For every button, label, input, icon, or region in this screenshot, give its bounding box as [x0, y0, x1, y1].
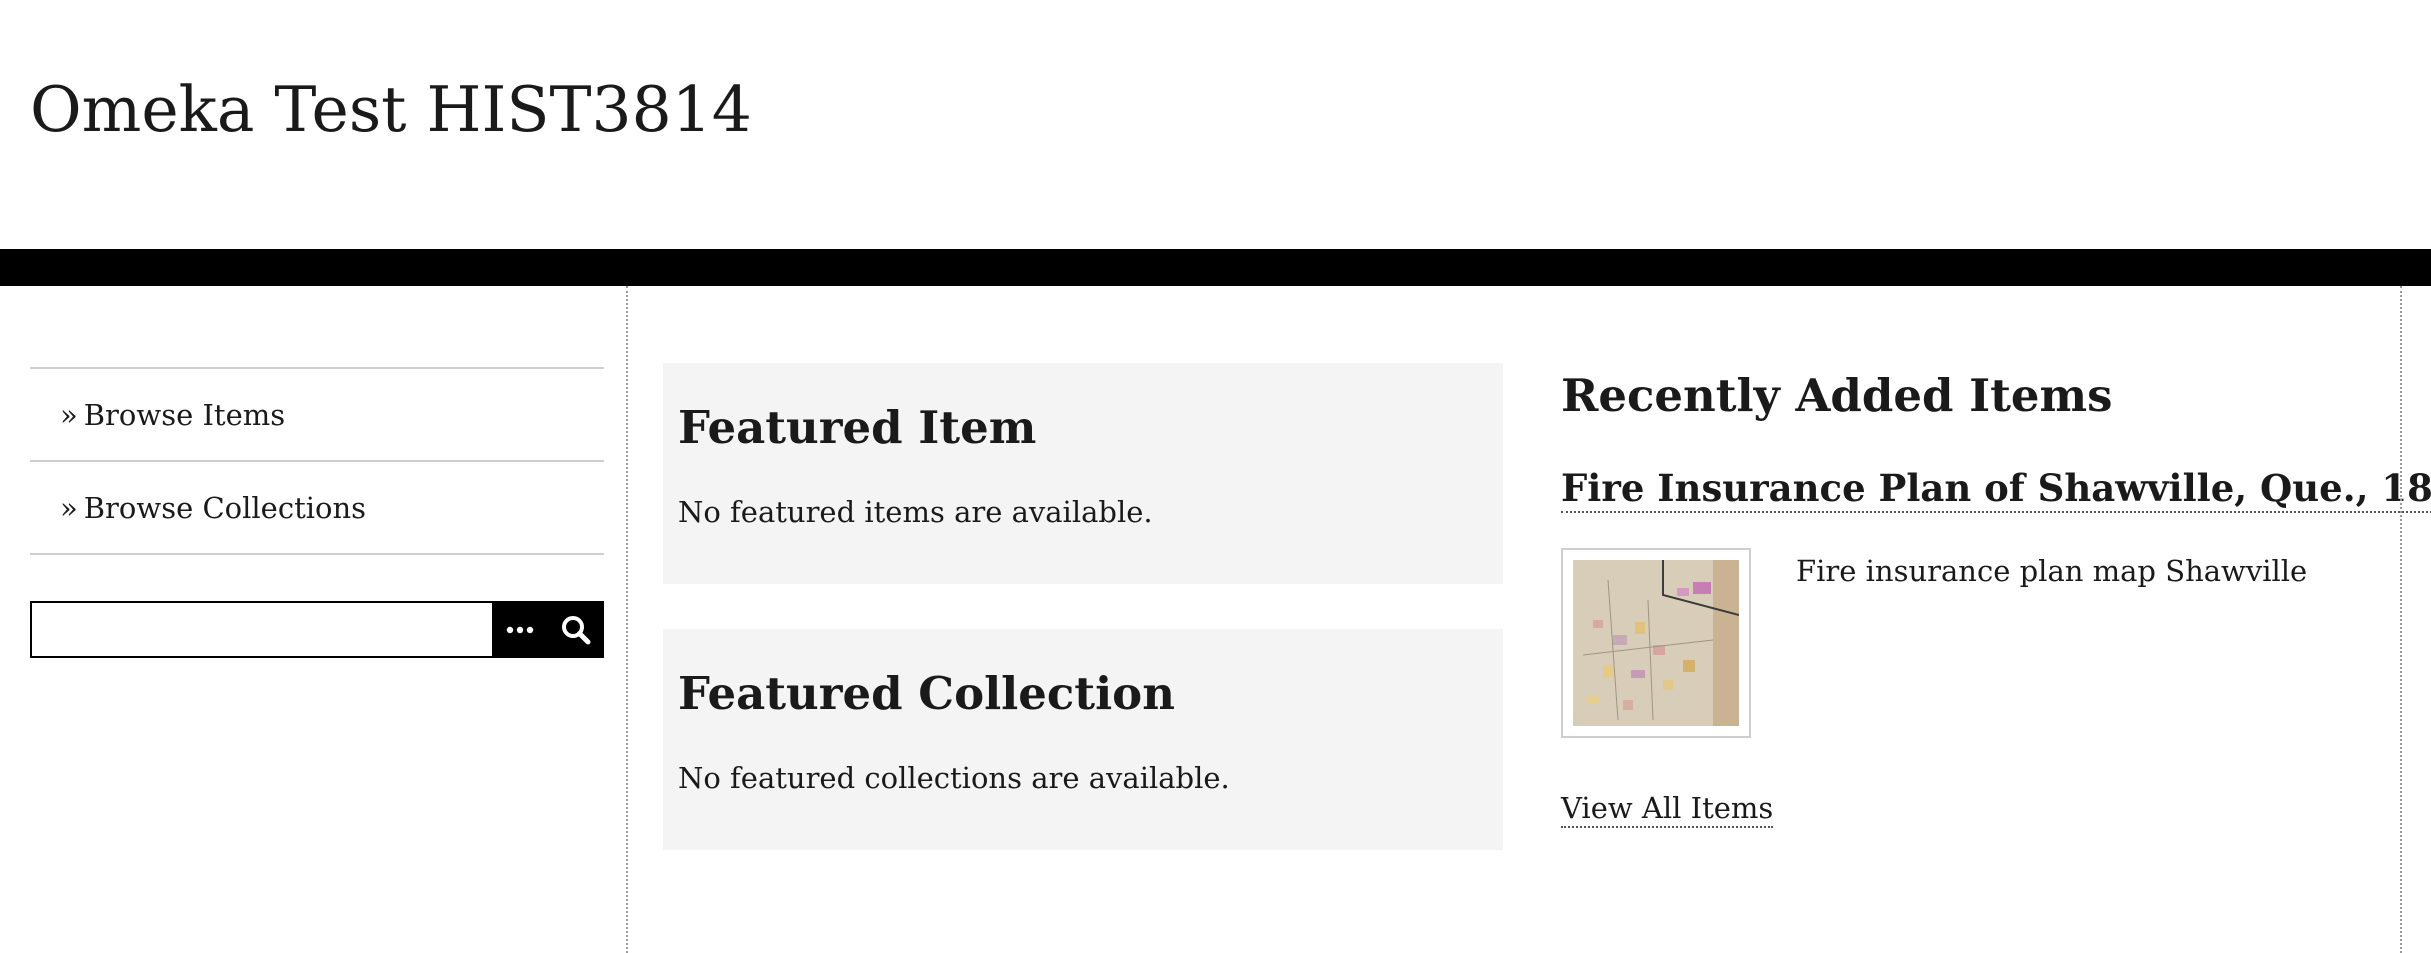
featured-item-message: No featured items are available.: [678, 495, 1153, 529]
recent-items-heading: Recently Added Items: [1561, 369, 2113, 422]
raquo-icon: »: [60, 397, 78, 432]
sidebar-item-label: Browse Items: [83, 397, 286, 432]
navigation-bar: [0, 249, 2431, 286]
search-input[interactable]: [30, 601, 492, 658]
featured-collection-heading: Featured Collection: [678, 667, 1175, 720]
recent-item-title-link[interactable]: Fire Insurance Plan of Shawville, Que., …: [1561, 468, 2431, 513]
search-icon: [562, 615, 591, 644]
search-submit-button[interactable]: [548, 601, 604, 658]
search-form: [30, 601, 604, 658]
featured-collection-section: Featured Collection No featured collecti…: [663, 629, 1503, 850]
sidebar-item-label: Browse Collections: [83, 490, 367, 525]
featured-item-section: Featured Item No featured items are avai…: [663, 363, 1503, 584]
ellipsis-icon: [506, 626, 534, 633]
featured-item-heading: Featured Item: [678, 401, 1037, 454]
featured-collection-message: No featured collections are available.: [678, 761, 1230, 795]
content-right-border: [2400, 286, 2402, 953]
sidebar: » Browse Items » Browse Collections: [0, 286, 628, 953]
recent-item-description: Fire insurance plan map Shawville: [1796, 554, 2308, 588]
view-all-items-link[interactable]: View All Items: [1561, 791, 1774, 828]
map-thumbnail-image: [1573, 560, 1739, 726]
raquo-icon: »: [60, 490, 78, 525]
recent-item-thumbnail[interactable]: [1561, 548, 1751, 738]
sidebar-nav: » Browse Items » Browse Collections: [30, 367, 604, 555]
sidebar-item-browse-collections[interactable]: » Browse Collections: [30, 462, 604, 555]
site-title[interactable]: Omeka Test HIST3814: [30, 78, 752, 141]
advanced-search-button[interactable]: [492, 601, 548, 658]
site-header: Omeka Test HIST3814: [0, 0, 2431, 249]
sidebar-item-browse-items[interactable]: » Browse Items: [30, 369, 604, 462]
